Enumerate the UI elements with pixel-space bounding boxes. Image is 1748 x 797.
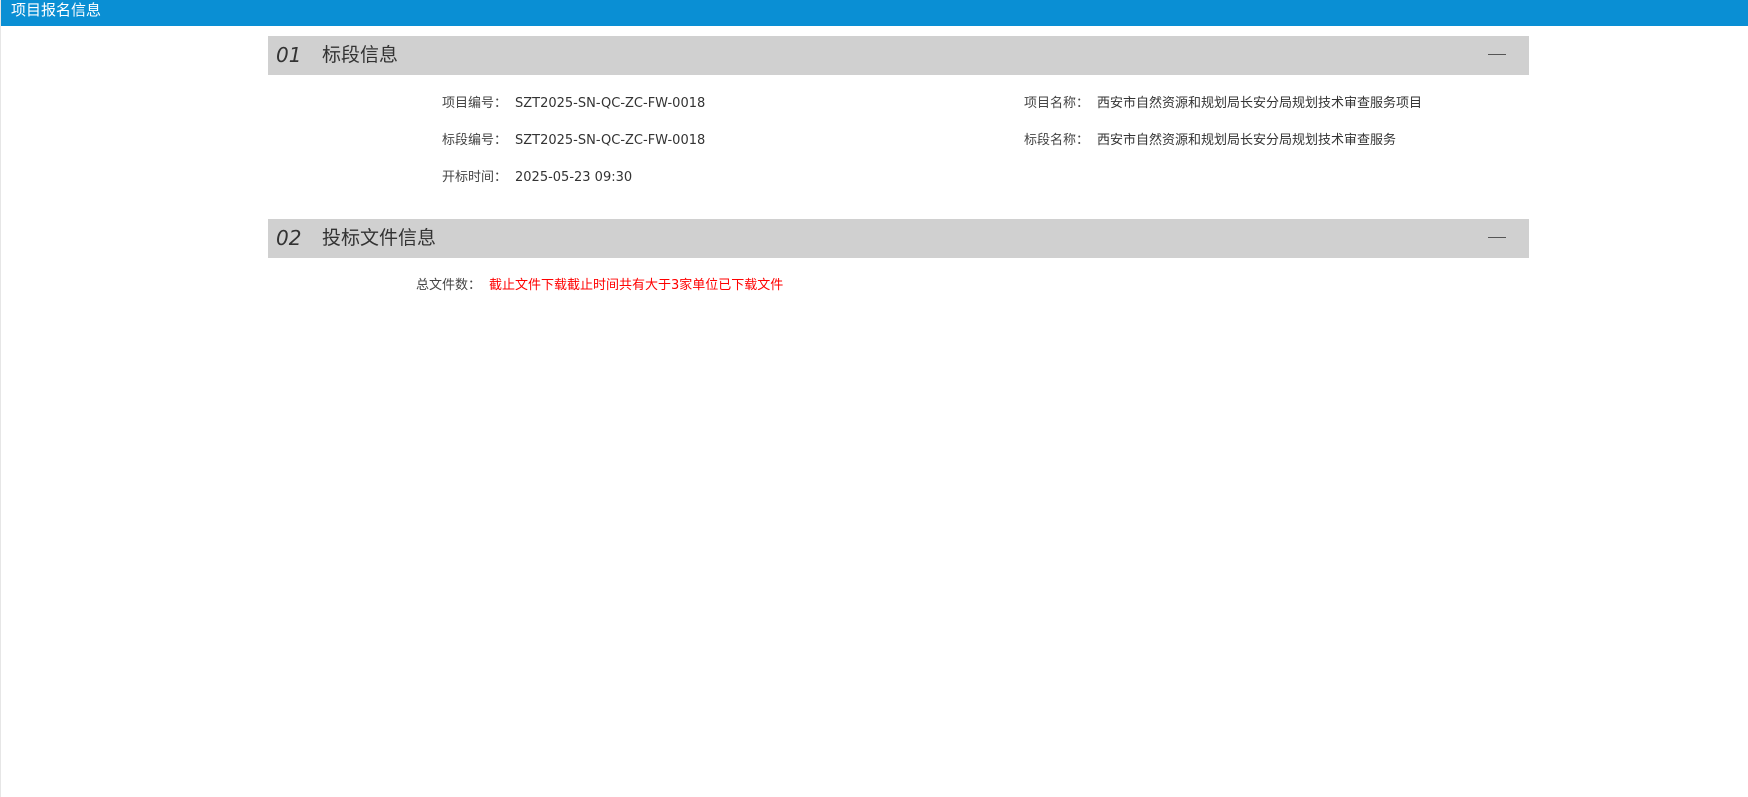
page: 项目报名信息 01 标段信息 项目编号： SZT2025-SN-QC-ZC-FW… bbox=[0, 0, 1748, 797]
section-no-label: 标段编号： bbox=[442, 133, 508, 148]
open-time-value: 2025-05-23 09:30 bbox=[515, 170, 633, 185]
project-no-label: 项目编号： bbox=[442, 96, 508, 111]
page-title: 项目报名信息 bbox=[11, 1, 102, 19]
section-number: 01 bbox=[276, 43, 302, 67]
section-name-value: 西安市自然资源和规划局长安分局规划技术审查服务 bbox=[1097, 133, 1397, 148]
section-number: 02 bbox=[276, 226, 302, 250]
project-no-value: SZT2025-SN-QC-ZC-FW-0018 bbox=[515, 96, 706, 111]
section-header-bid-file-info: 02 投标文件信息 bbox=[268, 219, 1529, 258]
section-no-value: SZT2025-SN-QC-ZC-FW-0018 bbox=[515, 133, 706, 148]
total-files-label: 总文件数： bbox=[416, 278, 482, 293]
section-title: 标段信息 bbox=[322, 44, 399, 66]
project-name-label: 项目名称： bbox=[1024, 96, 1090, 111]
collapse-button[interactable] bbox=[1485, 229, 1513, 247]
collapse-button[interactable] bbox=[1485, 46, 1513, 64]
title-bar: 项目报名信息 bbox=[1, 0, 1748, 26]
section-title: 投标文件信息 bbox=[322, 227, 437, 249]
total-files-value: 截止文件下载截止时间共有大于3家单位已下载文件 bbox=[489, 278, 784, 293]
section-header-bid-section-info: 01 标段信息 bbox=[268, 36, 1529, 75]
section-name-label: 标段名称： bbox=[1024, 133, 1090, 148]
project-name-value: 西安市自然资源和规划局长安分局规划技术审查服务项目 bbox=[1097, 96, 1423, 111]
open-time-label: 开标时间： bbox=[442, 170, 508, 185]
minus-icon bbox=[1488, 237, 1506, 238]
minus-icon bbox=[1488, 54, 1506, 55]
